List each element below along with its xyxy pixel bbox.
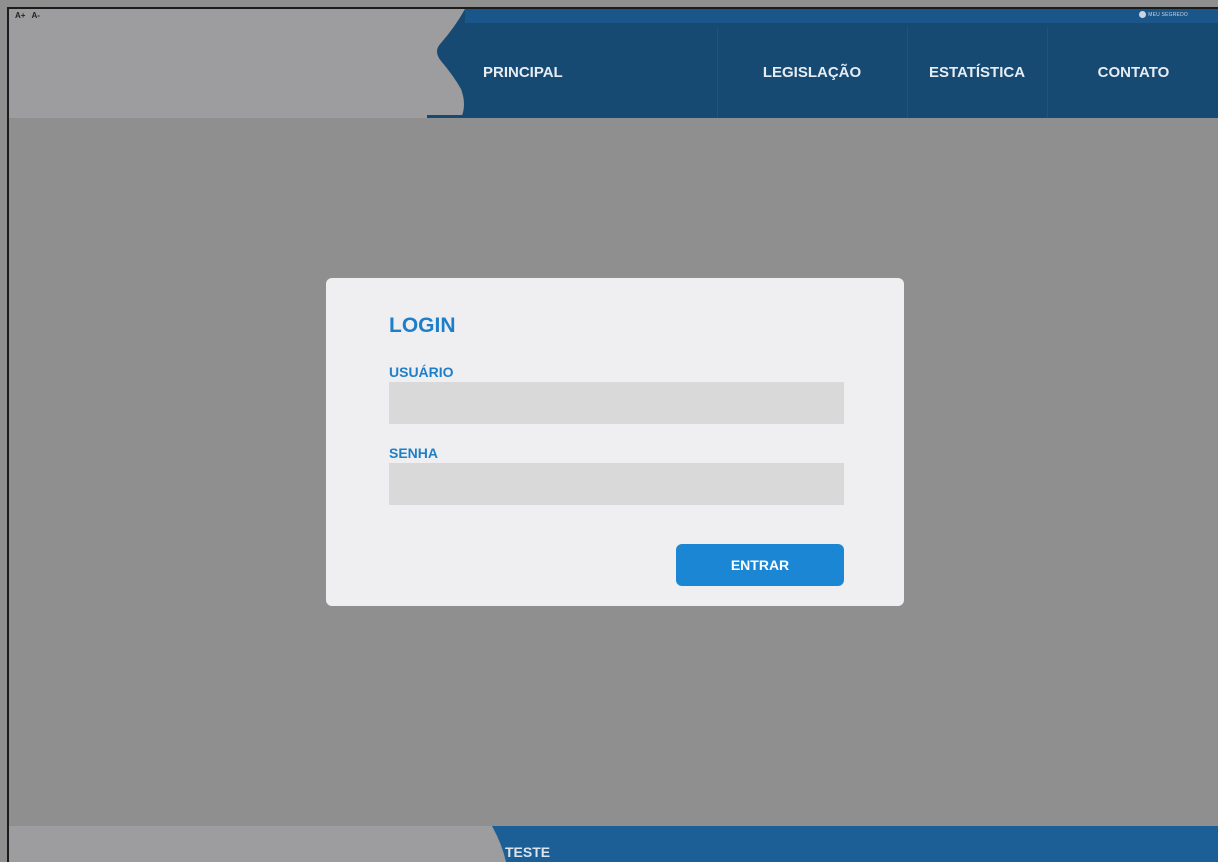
font-decrease-button[interactable]: A- <box>31 11 39 21</box>
username-label: USUÁRIO <box>389 364 454 380</box>
font-increase-button[interactable]: A+ <box>15 11 25 21</box>
login-title: LOGIN <box>389 314 456 337</box>
footer-label: TESTE <box>505 844 551 860</box>
login-submit-button[interactable]: ENTRAR <box>676 544 844 586</box>
font-size-controls: A+ A- <box>15 11 40 21</box>
user-icon <box>1139 11 1147 18</box>
account-label: MEU SEGREDO <box>1148 11 1188 18</box>
header: A+ A- MEU SEGREDO PRINCIPAL LEGISLAÇÃO E… <box>9 9 1218 118</box>
nav-item-principal[interactable]: PRINCIPAL <box>483 27 613 118</box>
footer: TESTE <box>9 826 1218 862</box>
account-link[interactable]: MEU SEGREDO <box>1139 11 1188 18</box>
login-card: LOGIN USUÁRIO SENHA ENTRAR <box>326 278 904 606</box>
password-label: SENHA <box>389 445 439 461</box>
nav-item-contato[interactable]: CONTATO <box>1047 27 1218 118</box>
page-frame: A+ A- MEU SEGREDO PRINCIPAL LEGISLAÇÃO E… <box>7 7 1218 862</box>
nav-item-legislacao[interactable]: LEGISLAÇÃO <box>717 27 907 118</box>
password-input[interactable] <box>389 463 844 505</box>
nav-item-estatistica[interactable]: ESTATÍSTICA <box>907 27 1047 118</box>
username-input[interactable] <box>389 382 844 424</box>
footer-band <box>9 826 1218 862</box>
